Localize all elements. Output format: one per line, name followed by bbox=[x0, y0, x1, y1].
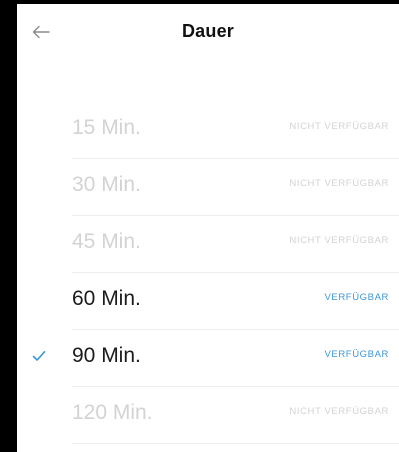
availability-status: NICHT VERFÜGBAR bbox=[289, 178, 389, 189]
availability-status: VERFÜGBAR bbox=[324, 292, 389, 303]
duration-option-90[interactable]: 90 Min. VERFÜGBAR bbox=[17, 330, 399, 387]
duration-option-60[interactable]: 60 Min. VERFÜGBAR bbox=[17, 273, 399, 330]
row-divider bbox=[72, 443, 399, 444]
duration-option-120[interactable]: 120 Min. NICHT VERFÜGBAR bbox=[17, 387, 399, 444]
screen-bezel-left bbox=[0, 0, 17, 452]
duration-label: 120 Min. bbox=[72, 401, 153, 424]
availability-status: NICHT VERFÜGBAR bbox=[289, 235, 389, 246]
header: Dauer bbox=[17, 4, 399, 60]
content-area: Dauer 15 Min. NICHT VERFÜGBAR 30 Min. NI… bbox=[17, 4, 399, 452]
duration-option-30[interactable]: 30 Min. NICHT VERFÜGBAR bbox=[17, 159, 399, 216]
duration-label: 90 Min. bbox=[72, 344, 141, 367]
duration-label: 30 Min. bbox=[72, 173, 141, 196]
availability-status: VERFÜGBAR bbox=[324, 349, 389, 360]
availability-status: NICHT VERFÜGBAR bbox=[289, 121, 389, 132]
duration-list: 15 Min. NICHT VERFÜGBAR 30 Min. NICHT VE… bbox=[17, 102, 399, 444]
duration-label: 60 Min. bbox=[72, 287, 141, 310]
duration-option-45[interactable]: 45 Min. NICHT VERFÜGBAR bbox=[17, 216, 399, 273]
duration-option-15[interactable]: 15 Min. NICHT VERFÜGBAR bbox=[17, 102, 399, 159]
checkmark-icon bbox=[32, 351, 46, 361]
availability-status: NICHT VERFÜGBAR bbox=[289, 406, 389, 417]
page-title: Dauer bbox=[181, 21, 235, 41]
duration-label: 45 Min. bbox=[72, 230, 141, 253]
duration-screen: Dauer 15 Min. NICHT VERFÜGBAR 30 Min. NI… bbox=[0, 0, 399, 452]
duration-label: 15 Min. bbox=[72, 116, 141, 139]
